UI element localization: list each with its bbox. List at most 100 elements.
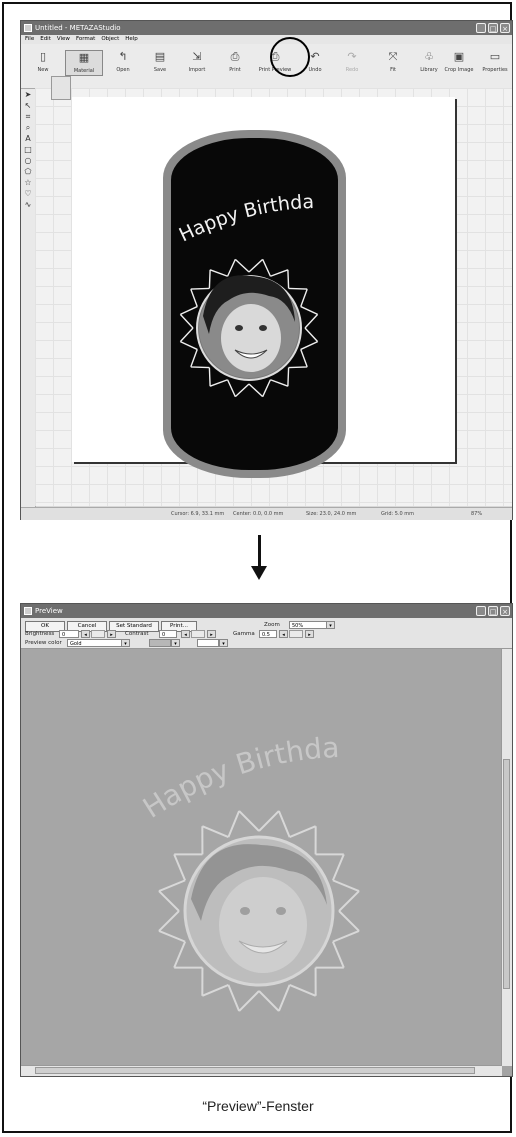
sun-ray bbox=[179, 305, 198, 329]
preview-controls: OK Cancel Set Standard Print... Zoom 50%… bbox=[21, 618, 512, 649]
fit-icon: ⤧ bbox=[388, 50, 398, 63]
design-text: Happy Birthday bbox=[171, 138, 314, 246]
menu-edit[interactable]: Edit bbox=[40, 35, 51, 44]
crop-image-icon: ▣ bbox=[453, 50, 465, 63]
sun-ray bbox=[158, 879, 186, 912]
star-icon[interactable]: ☆ bbox=[21, 177, 35, 188]
preview-canvas[interactable]: Happy Birthday bbox=[21, 649, 502, 1066]
sun-ray bbox=[258, 810, 291, 838]
new-icon: ▯ bbox=[39, 50, 47, 63]
polygon-icon[interactable]: ⬠ bbox=[21, 166, 35, 177]
color-swatch-2[interactable] bbox=[197, 639, 219, 647]
crop-image-button[interactable]: ▣ Crop Image bbox=[441, 50, 477, 74]
menu-format[interactable]: Format bbox=[76, 35, 95, 44]
text-icon[interactable]: A bbox=[21, 133, 35, 144]
node-icon[interactable]: ↖ bbox=[21, 100, 35, 111]
down-arrow-shaft bbox=[258, 535, 261, 569]
preview-artwork: Happy Birthday bbox=[21, 649, 360, 1012]
increase-icon[interactable]: ▸ bbox=[305, 630, 314, 638]
contrast-slider[interactable] bbox=[191, 630, 205, 638]
chevron-down-icon[interactable]: ▾ bbox=[121, 639, 130, 647]
zoom-readout: 87% bbox=[471, 511, 483, 517]
brightness-input[interactable]: 0 bbox=[59, 630, 79, 638]
material-thumbnail[interactable] bbox=[51, 76, 71, 100]
main-toolbar: ▯ New ▦ Material ↰ Open ▤ Save ⇲ Import ⎙ Prin… bbox=[21, 44, 512, 89]
editor-title: Untitled - METAZAStudio bbox=[35, 24, 121, 32]
preview-title: PreView bbox=[35, 607, 63, 615]
sun-ray bbox=[332, 879, 360, 912]
child-portrait bbox=[199, 275, 299, 378]
vertical-scrollbar[interactable] bbox=[501, 649, 512, 1066]
heart-icon[interactable]: ♡ bbox=[21, 188, 35, 199]
gamma-input[interactable]: 0.5 bbox=[259, 630, 277, 638]
import-button[interactable]: ⇲ Import bbox=[179, 50, 215, 74]
preview-color-select[interactable]: Gold bbox=[67, 639, 129, 647]
contrast-label: Contrast bbox=[125, 631, 149, 637]
decrease-icon[interactable]: ◂ bbox=[181, 630, 190, 638]
redo-button[interactable]: ↷ Redo bbox=[334, 50, 370, 74]
rectangle-icon[interactable]: □ bbox=[21, 144, 35, 155]
maximize-icon[interactable]: □ bbox=[488, 23, 498, 33]
zoom-label: Zoom bbox=[264, 622, 280, 628]
chevron-down-icon[interactable]: ▾ bbox=[171, 639, 180, 647]
tag-face: Happy Birthday bbox=[171, 138, 338, 470]
horizontal-scrollbar[interactable] bbox=[21, 1065, 502, 1076]
gamma-label: Gamma bbox=[233, 631, 255, 637]
chevron-down-icon[interactable]: ▾ bbox=[219, 639, 228, 647]
print-icon: ⎙ bbox=[230, 50, 240, 63]
open-icon: ↰ bbox=[118, 50, 128, 63]
preview-titlebar[interactable]: PreView _ □ × bbox=[21, 604, 512, 618]
close-icon[interactable]: × bbox=[500, 23, 510, 33]
crop-icon[interactable]: ⌗ bbox=[21, 111, 35, 122]
app-icon bbox=[24, 607, 32, 615]
menu-help[interactable]: Help bbox=[125, 35, 138, 44]
brightness-slider[interactable] bbox=[91, 630, 105, 638]
contrast-input[interactable]: 0 bbox=[159, 630, 177, 638]
increase-icon[interactable]: ▸ bbox=[107, 630, 116, 638]
save-icon: ▤ bbox=[154, 50, 166, 63]
fit-button[interactable]: ⤧ Fit bbox=[375, 50, 411, 74]
gamma-slider[interactable] bbox=[289, 630, 303, 638]
sun-ray bbox=[227, 984, 260, 1012]
size-readout: Size: 23.0, 24.0 mm bbox=[306, 511, 357, 517]
sun-ray bbox=[300, 327, 319, 351]
close-icon[interactable]: × bbox=[500, 606, 510, 616]
menu-bar: File Edit View Format Object Help bbox=[21, 35, 512, 44]
new-button[interactable]: ▯ New bbox=[25, 50, 61, 74]
open-button[interactable]: ↰ Open bbox=[105, 50, 141, 74]
tag-artwork: Happy Birthday bbox=[171, 138, 319, 398]
ellipse-icon[interactable]: ○ bbox=[21, 155, 35, 166]
select-icon[interactable]: ➤ bbox=[21, 89, 35, 100]
vertical-scroll-thumb[interactable] bbox=[503, 759, 510, 989]
increase-icon[interactable]: ▸ bbox=[207, 630, 216, 638]
decrease-icon[interactable]: ◂ bbox=[81, 630, 90, 638]
import-icon: ⇲ bbox=[192, 50, 202, 63]
material-button[interactable]: ▦ Material bbox=[65, 50, 103, 76]
menu-file[interactable]: File bbox=[25, 35, 34, 44]
menu-object[interactable]: Object bbox=[101, 35, 119, 44]
wave-icon[interactable]: ∿ bbox=[21, 199, 35, 210]
minimize-icon[interactable]: _ bbox=[476, 606, 486, 616]
tag-shape[interactable]: Happy Birthday bbox=[163, 130, 346, 478]
drawing-tools: ➤ ↖ ⌗ ⌕ A □ ○ ⬠ ☆ ♡ ∿ bbox=[21, 89, 36, 507]
editor-titlebar[interactable]: Untitled - METAZAStudio _ □ × bbox=[21, 21, 512, 35]
save-button[interactable]: ▤ Save bbox=[142, 50, 178, 74]
menu-view[interactable]: View bbox=[57, 35, 70, 44]
print-button[interactable]: ⎙ Print bbox=[217, 50, 253, 74]
sun-ray bbox=[227, 810, 260, 838]
properties-button[interactable]: ▭ Properties bbox=[477, 50, 512, 74]
sun-ray bbox=[332, 910, 360, 943]
color-swatch-1[interactable] bbox=[149, 639, 171, 647]
chevron-down-icon[interactable]: ▾ bbox=[326, 621, 335, 629]
minimize-icon[interactable]: _ bbox=[476, 23, 486, 33]
sun-ray bbox=[248, 379, 272, 398]
decrease-icon[interactable]: ◂ bbox=[279, 630, 288, 638]
sun-ray bbox=[158, 910, 186, 943]
horizontal-scroll-thumb[interactable] bbox=[35, 1067, 475, 1074]
app-icon bbox=[24, 24, 32, 32]
center-readout: Center: 0.0, 0.0 mm bbox=[233, 511, 284, 517]
zoom-icon[interactable]: ⌕ bbox=[21, 122, 35, 133]
preview-color-label: Preview color bbox=[25, 640, 62, 646]
redo-icon: ↷ bbox=[347, 50, 357, 63]
maximize-icon[interactable]: □ bbox=[488, 606, 498, 616]
